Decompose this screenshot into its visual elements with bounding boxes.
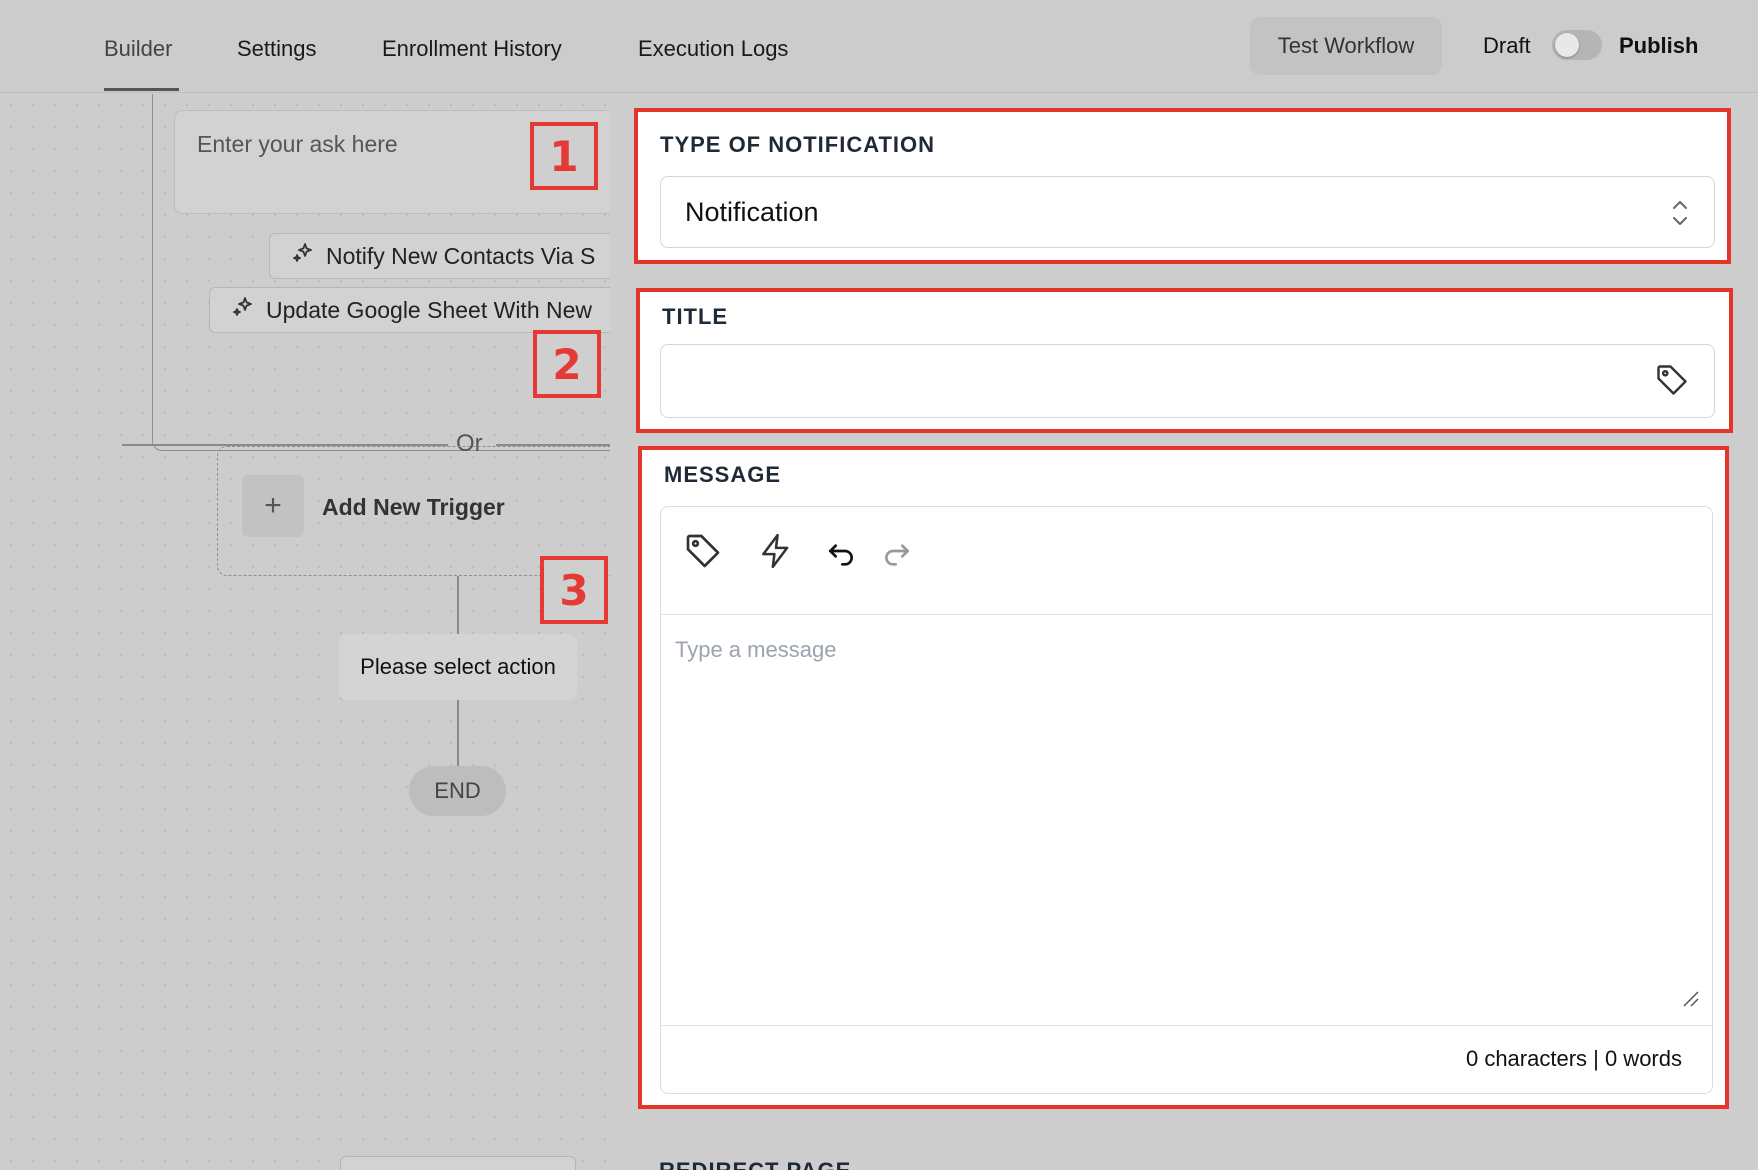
suggestion-chip-update-sheet[interactable]: Update Google Sheet With New	[209, 287, 610, 333]
publish-label: Publish	[1619, 33, 1699, 58]
message-label: MESSAGE	[664, 462, 782, 487]
redo-icon[interactable]	[881, 535, 913, 572]
editor-toolbar	[661, 507, 1712, 615]
resize-handle-icon[interactable]	[1682, 990, 1700, 1013]
chip-label: Update Google Sheet With New	[266, 296, 593, 323]
sparkles-icon	[292, 241, 326, 271]
notification-type-select[interactable]: Notification	[660, 176, 1715, 248]
chevron-up-down-icon	[1670, 197, 1690, 234]
tab-builder[interactable]: Builder	[104, 36, 172, 62]
publish-toggle[interactable]	[1552, 30, 1602, 60]
lightning-bolt-icon[interactable]	[757, 531, 795, 576]
tab-execution-logs[interactable]: Execution Logs	[638, 36, 788, 62]
draft-label: Draft	[1483, 33, 1531, 58]
title-section: TITLE	[636, 288, 1733, 433]
tab-enrollment-history[interactable]: Enrollment History	[382, 36, 562, 62]
editor-footer: 0 characters | 0 words	[661, 1025, 1712, 1093]
connector-line	[457, 576, 459, 634]
active-tab-indicator	[104, 88, 179, 91]
select-action-node[interactable]: Please select action	[339, 634, 577, 700]
message-editor: Type a message 0 characters | 0 words	[660, 506, 1713, 1094]
annotation-1: 1	[530, 122, 598, 190]
tag-icon[interactable]	[683, 531, 723, 576]
test-workflow-button[interactable]: Test Workflow	[1250, 17, 1442, 75]
add-trigger-label: Add New Trigger	[322, 494, 505, 520]
end-node: END	[409, 766, 506, 816]
redirect-page-label: REDIRECT PAGE	[659, 1158, 851, 1170]
top-nav-bar: Builder Settings Enrollment History Exec…	[0, 0, 1758, 93]
connector-line	[457, 700, 459, 766]
suggestion-chip-notify[interactable]: Notify New Contacts Via S	[269, 233, 610, 279]
title-label: TITLE	[662, 304, 729, 329]
undo-icon[interactable]	[825, 535, 857, 572]
sparkles-icon	[232, 295, 266, 325]
character-word-counter: 0 characters | 0 words	[1465, 1046, 1682, 1071]
message-textarea-placeholder[interactable]: Type a message	[675, 637, 836, 663]
toggle-knob	[1555, 33, 1579, 57]
ask-placeholder: Enter your ask here	[197, 131, 398, 157]
type-of-notification-section: TYPE OF NOTIFICATION Notification	[634, 108, 1731, 264]
canvas-node-stub	[340, 1156, 576, 1170]
tab-settings[interactable]: Settings	[237, 36, 317, 62]
message-section: MESSAGE Type a message 0 characters | 0 …	[638, 446, 1729, 1109]
annotation-2: 2	[533, 330, 601, 398]
title-input[interactable]	[660, 344, 1715, 418]
tag-icon[interactable]	[1654, 362, 1690, 403]
notification-type-value: Notification	[685, 197, 819, 227]
plus-icon: +	[242, 475, 304, 537]
type-of-notification-label: TYPE OF NOTIFICATION	[660, 132, 936, 157]
workflow-canvas[interactable]: Enter your ask here Notify New Contacts …	[0, 94, 610, 1170]
annotation-3: 3	[540, 556, 608, 624]
chip-label: Notify New Contacts Via S	[326, 242, 596, 269]
